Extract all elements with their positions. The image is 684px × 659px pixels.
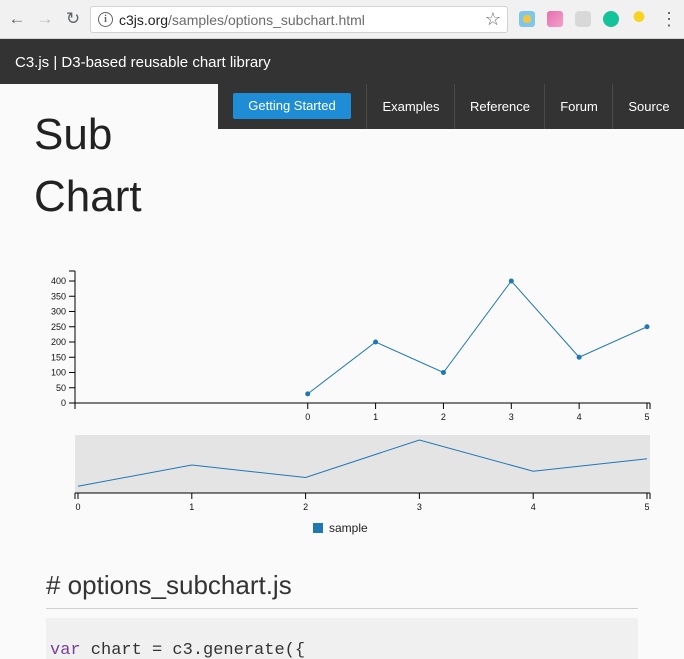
- nav-reference[interactable]: Reference: [454, 84, 545, 129]
- forward-arrow-icon[interactable]: →: [34, 8, 56, 30]
- page-title: Sub Chart: [34, 104, 214, 228]
- data-point: [508, 278, 514, 284]
- grammarly-icon[interactable]: [603, 11, 619, 27]
- site-header: C3.js | D3-based reusable chart library: [0, 39, 684, 84]
- subchart-x-tick-label: 0: [75, 502, 80, 512]
- code-heading: # options_subchart.js: [46, 570, 292, 600]
- page-title-line2: Chart: [34, 172, 142, 221]
- nav-forum[interactable]: Forum: [544, 84, 613, 129]
- subchart-x-tick-label: 2: [303, 502, 308, 512]
- legend-swatch: [313, 523, 323, 533]
- nav-examples[interactable]: Examples: [366, 84, 455, 129]
- y-tick-label: 350: [51, 291, 66, 301]
- subchart-line-sample: [77, 439, 648, 487]
- subchart-brush: [75, 435, 650, 493]
- y-tick-label: 400: [51, 276, 66, 286]
- x-tick-label: 4: [577, 412, 582, 422]
- nav-source[interactable]: Source: [612, 84, 684, 129]
- subchart-x-tick-label: 5: [644, 502, 649, 512]
- bookmark-star-icon[interactable]: ☆: [485, 9, 501, 30]
- data-point: [644, 324, 650, 330]
- y-tick-label: 300: [51, 307, 66, 317]
- url-text[interactable]: c3js.org/samples/options_subchart.html: [119, 12, 365, 28]
- subchart-x-tick-label: 4: [531, 502, 536, 512]
- back-arrow-icon[interactable]: ←: [6, 8, 28, 30]
- data-point: [305, 391, 311, 397]
- extension-flower-icon[interactable]: [519, 11, 535, 27]
- y-tick-label: 150: [51, 352, 66, 362]
- site-title[interactable]: C3.js | D3-based reusable chart library: [15, 54, 271, 71]
- divider: [46, 608, 638, 609]
- y-tick-label: 50: [56, 383, 66, 393]
- browser-menu-icon[interactable]: ⋮: [660, 8, 678, 30]
- code-line: var chart = c3.generate({: [50, 641, 306, 659]
- extension-gradient-icon[interactable]: [547, 11, 563, 27]
- extension-bulb-icon[interactable]: [631, 11, 647, 27]
- extension-camera-icon[interactable]: [575, 11, 591, 27]
- data-point: [373, 339, 379, 345]
- subchart-x-tick-label: 3: [417, 502, 422, 512]
- y-tick-label: 250: [51, 322, 66, 332]
- data-point: [440, 370, 446, 375]
- x-tick-label: 3: [509, 412, 514, 422]
- subchart-x-tick-label: 1: [189, 502, 194, 512]
- x-tick-label: 5: [644, 412, 649, 422]
- code-block: var chart = c3.generate({: [46, 618, 638, 659]
- browser-toolbar: ← → ↻ i c3js.org/samples/options_subchar…: [0, 0, 684, 39]
- x-tick-label: 1: [373, 412, 378, 422]
- chart-legend[interactable]: sample: [313, 521, 368, 535]
- x-tick-label: 0: [305, 412, 310, 422]
- data-point: [576, 354, 582, 360]
- nav-menu: Getting Started Examples Reference Forum…: [218, 84, 684, 129]
- nav-getting-started[interactable]: Getting Started: [233, 93, 351, 119]
- y-tick-label: 0: [61, 398, 66, 408]
- page-title-line1: Sub: [34, 110, 113, 159]
- y-tick-label: 100: [51, 368, 66, 378]
- reload-icon[interactable]: ↻: [62, 8, 84, 30]
- series-line-sample: [307, 280, 648, 395]
- legend-label-sample: sample: [329, 521, 368, 535]
- address-bar[interactable]: i c3js.org/samples/options_subchart.html…: [90, 6, 508, 33]
- x-tick-label: 2: [441, 412, 446, 422]
- info-icon[interactable]: i: [98, 12, 113, 27]
- y-tick-label: 200: [51, 337, 66, 347]
